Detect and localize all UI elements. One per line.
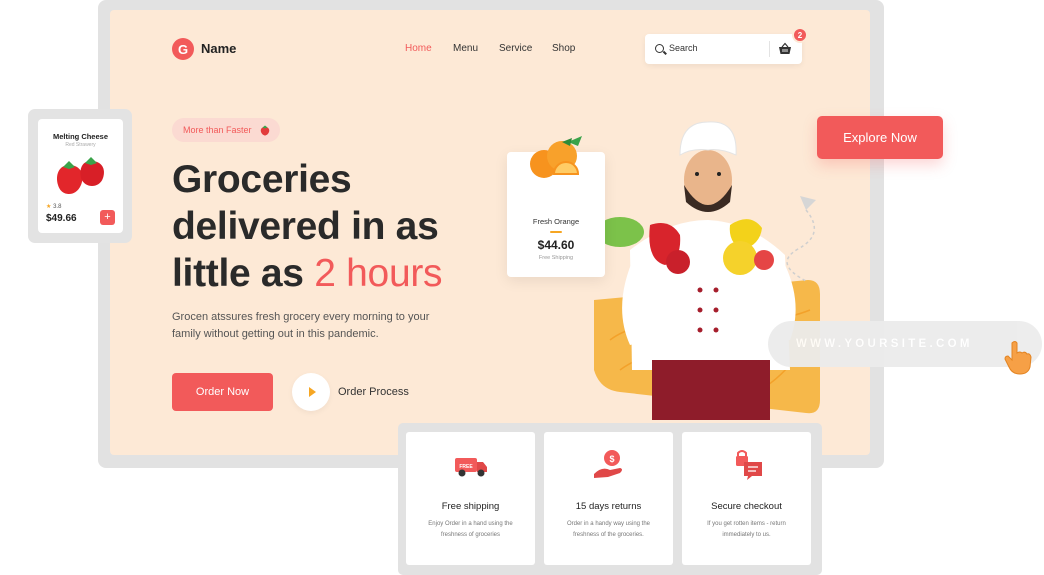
website-url-pill[interactable]: WWW.YOURSITE.COM — [768, 321, 1042, 367]
orange-shipping: Free Shipping — [538, 255, 574, 261]
orange-divider — [550, 231, 562, 233]
search-bar[interactable]: Search — [645, 34, 802, 64]
strawberry-icon — [260, 125, 269, 136]
cart-count-badge: 2 — [792, 27, 808, 43]
hero-tag: More than Faster — [172, 118, 280, 142]
landing-screen: G Name Home Menu Service Shop Search 2 M… — [110, 10, 870, 455]
nav-menu[interactable]: Menu — [453, 43, 478, 54]
search-input[interactable]: Search — [669, 43, 698, 53]
hero-description: Grocen atssures fresh grocery every morn… — [172, 311, 430, 340]
brand-name[interactable]: Name — [201, 41, 236, 56]
paper-plane-icon — [786, 196, 816, 283]
explore-now-button[interactable]: Explore Now — [817, 116, 943, 159]
headline-line-2: delivered in as — [172, 205, 439, 248]
headline-line-3-prefix: little as — [172, 252, 315, 295]
order-now-button[interactable]: Order Now — [172, 373, 273, 411]
feature-title: Free shipping — [441, 501, 500, 512]
star-icon: ★ — [46, 204, 52, 210]
rating-value: 3.8 — [53, 204, 62, 210]
product-price: $49.66 — [46, 213, 77, 224]
product-subtitle: Red Strawery — [65, 142, 96, 148]
svg-text:$: $ — [609, 454, 614, 464]
feature-description: If you get rotten items - return immedia… — [707, 521, 786, 538]
play-icon — [308, 387, 316, 397]
strawberry-image — [57, 157, 104, 194]
product-title: Melting Cheese — [52, 132, 108, 141]
search-icon — [655, 44, 664, 53]
nav-service[interactable]: Service — [499, 43, 532, 54]
truck-icon: FREE — [455, 458, 487, 477]
headline-line-3: little as 2 hours — [172, 250, 443, 297]
melting-cheese-card[interactable]: Melting Cheese Red Strawery ★ 3.8 $49.66… — [38, 119, 123, 233]
nav-shop[interactable]: Shop — [552, 43, 575, 54]
play-button[interactable] — [292, 373, 330, 411]
add-to-cart-button[interactable]: + — [100, 210, 115, 225]
fresh-orange-card[interactable]: Fresh Orange $44.60 Free Shipping — [507, 136, 605, 277]
logo-icon[interactable]: G — [172, 38, 194, 60]
feature-secure-checkout[interactable]: Secure checkout If you get rotten items … — [682, 432, 811, 565]
basket-icon[interactable] — [778, 42, 792, 56]
orange-title: Fresh Orange — [532, 217, 580, 226]
money-hand-icon: $ — [594, 450, 622, 478]
orange-fruit-icon — [530, 136, 582, 178]
feature-title: Secure checkout — [711, 501, 782, 512]
hero-tag-label: More than Faster — [183, 125, 252, 135]
secure-chat-icon — [736, 450, 762, 480]
nav-home[interactable]: Home — [405, 43, 432, 54]
pointer-hand-icon — [1004, 341, 1032, 375]
product-rating: ★ 3.8 — [46, 203, 61, 210]
hero-headline: Groceries delivered in as little as 2 ho… — [172, 156, 443, 297]
orange-price: $44.60 — [537, 238, 575, 252]
order-process-link[interactable]: Order Process — [338, 386, 409, 398]
feature-description: Order in a handy way using the freshness… — [566, 521, 651, 538]
feature-title: 15 days returns — [575, 501, 642, 512]
free-badge-text: FREE — [459, 464, 473, 470]
feature-description: Enjoy Order in a hand using the freshnes… — [428, 521, 513, 538]
website-url: WWW.YOURSITE.COM — [796, 338, 973, 350]
feature-returns[interactable]: $ 15 days returns Order in a handy way u… — [544, 432, 673, 565]
headline-accent: 2 hours — [314, 252, 443, 295]
feature-free-shipping[interactable]: FREE Free shipping Enjoy Order in a hand… — [406, 432, 535, 565]
headline-line-1: Groceries — [172, 158, 352, 201]
search-divider — [769, 41, 770, 57]
